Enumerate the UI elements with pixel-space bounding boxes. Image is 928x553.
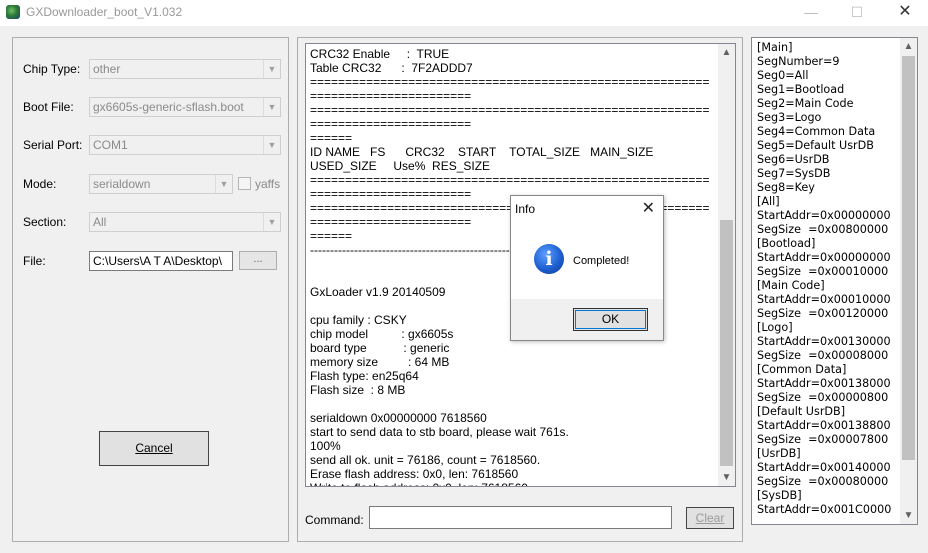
chevron-down-icon[interactable]: ▼ bbox=[263, 136, 280, 154]
serial-port-value: COM1 bbox=[93, 138, 128, 152]
section-value: All bbox=[93, 215, 107, 229]
scroll-down-icon[interactable]: ▼ bbox=[900, 507, 917, 524]
mode-value: serialdown bbox=[93, 177, 151, 191]
file-label: File: bbox=[23, 254, 46, 268]
yaffs-label: yaffs bbox=[255, 177, 281, 191]
cancel-button[interactable]: Cancel bbox=[99, 431, 209, 466]
config-text: [Main] SegNumber=9 Seg0=All Seg1=Bootloa… bbox=[757, 41, 892, 516]
close-button[interactable]: ✕ bbox=[882, 0, 928, 26]
yaffs-checkbox[interactable] bbox=[238, 177, 251, 190]
mode-label: Mode: bbox=[23, 177, 57, 191]
serial-port-select[interactable]: COM1 ▼ bbox=[89, 135, 281, 155]
file-path-input[interactable]: C:\Users\A T A\Desktop\ bbox=[89, 251, 233, 271]
window-title: GXDownloader_boot_V1.032 bbox=[26, 5, 183, 19]
info-dialog: Info ✕ i Completed! OK bbox=[510, 195, 664, 341]
config-panel[interactable]: [Main] SegNumber=9 Seg0=All Seg1=Bootloa… bbox=[751, 37, 918, 525]
command-input[interactable] bbox=[369, 506, 672, 529]
dialog-footer: OK bbox=[511, 299, 663, 340]
app-icon bbox=[6, 5, 20, 19]
config-scroll-thumb[interactable] bbox=[902, 56, 915, 460]
command-label: Command: bbox=[305, 513, 364, 527]
log-scrollbar[interactable]: ▲ ▼ bbox=[718, 44, 735, 486]
chip-type-select[interactable]: other ▼ bbox=[89, 59, 281, 79]
close-icon[interactable]: ✕ bbox=[642, 198, 655, 218]
clear-button[interactable]: Clear bbox=[686, 507, 734, 529]
ok-button[interactable]: OK bbox=[573, 308, 648, 331]
chevron-down-icon[interactable]: ▼ bbox=[263, 213, 280, 231]
section-label: Section: bbox=[23, 215, 67, 229]
minimize-button[interactable]: — bbox=[788, 0, 834, 26]
chevron-down-icon[interactable]: ▼ bbox=[263, 60, 280, 78]
chevron-down-icon[interactable]: ▼ bbox=[263, 98, 280, 116]
scroll-up-icon[interactable]: ▲ bbox=[900, 38, 917, 55]
chip-type-value: other bbox=[93, 62, 121, 76]
dialog-message: Completed! bbox=[573, 255, 630, 267]
serial-port-label: Serial Port: bbox=[23, 138, 83, 152]
boot-file-value: gx6605s-generic-sflash.boot bbox=[93, 100, 244, 114]
mode-select[interactable]: serialdown ▼ bbox=[89, 174, 233, 194]
scroll-down-icon[interactable]: ▼ bbox=[718, 469, 735, 486]
settings-panel: Chip Type: other ▼ Boot File: gx6605s-ge… bbox=[12, 37, 289, 542]
chip-type-label: Chip Type: bbox=[23, 62, 81, 76]
title-bar: GXDownloader_boot_V1.032 — ☐ ✕ bbox=[0, 0, 928, 26]
chevron-down-icon[interactable]: ▼ bbox=[215, 175, 232, 193]
boot-file-select[interactable]: gx6605s-generic-sflash.boot ▼ bbox=[89, 97, 281, 117]
maximize-button[interactable]: ☐ bbox=[834, 0, 880, 26]
boot-file-label: Boot File: bbox=[23, 100, 74, 114]
dialog-title: Info bbox=[515, 202, 536, 216]
log-scroll-thumb[interactable] bbox=[720, 220, 733, 466]
browse-button[interactable]: ... bbox=[239, 251, 277, 270]
config-scrollbar[interactable]: ▲ ▼ bbox=[900, 38, 917, 524]
info-icon: i bbox=[534, 244, 564, 274]
scroll-up-icon[interactable]: ▲ bbox=[718, 44, 735, 61]
section-select[interactable]: All ▼ bbox=[89, 212, 281, 232]
